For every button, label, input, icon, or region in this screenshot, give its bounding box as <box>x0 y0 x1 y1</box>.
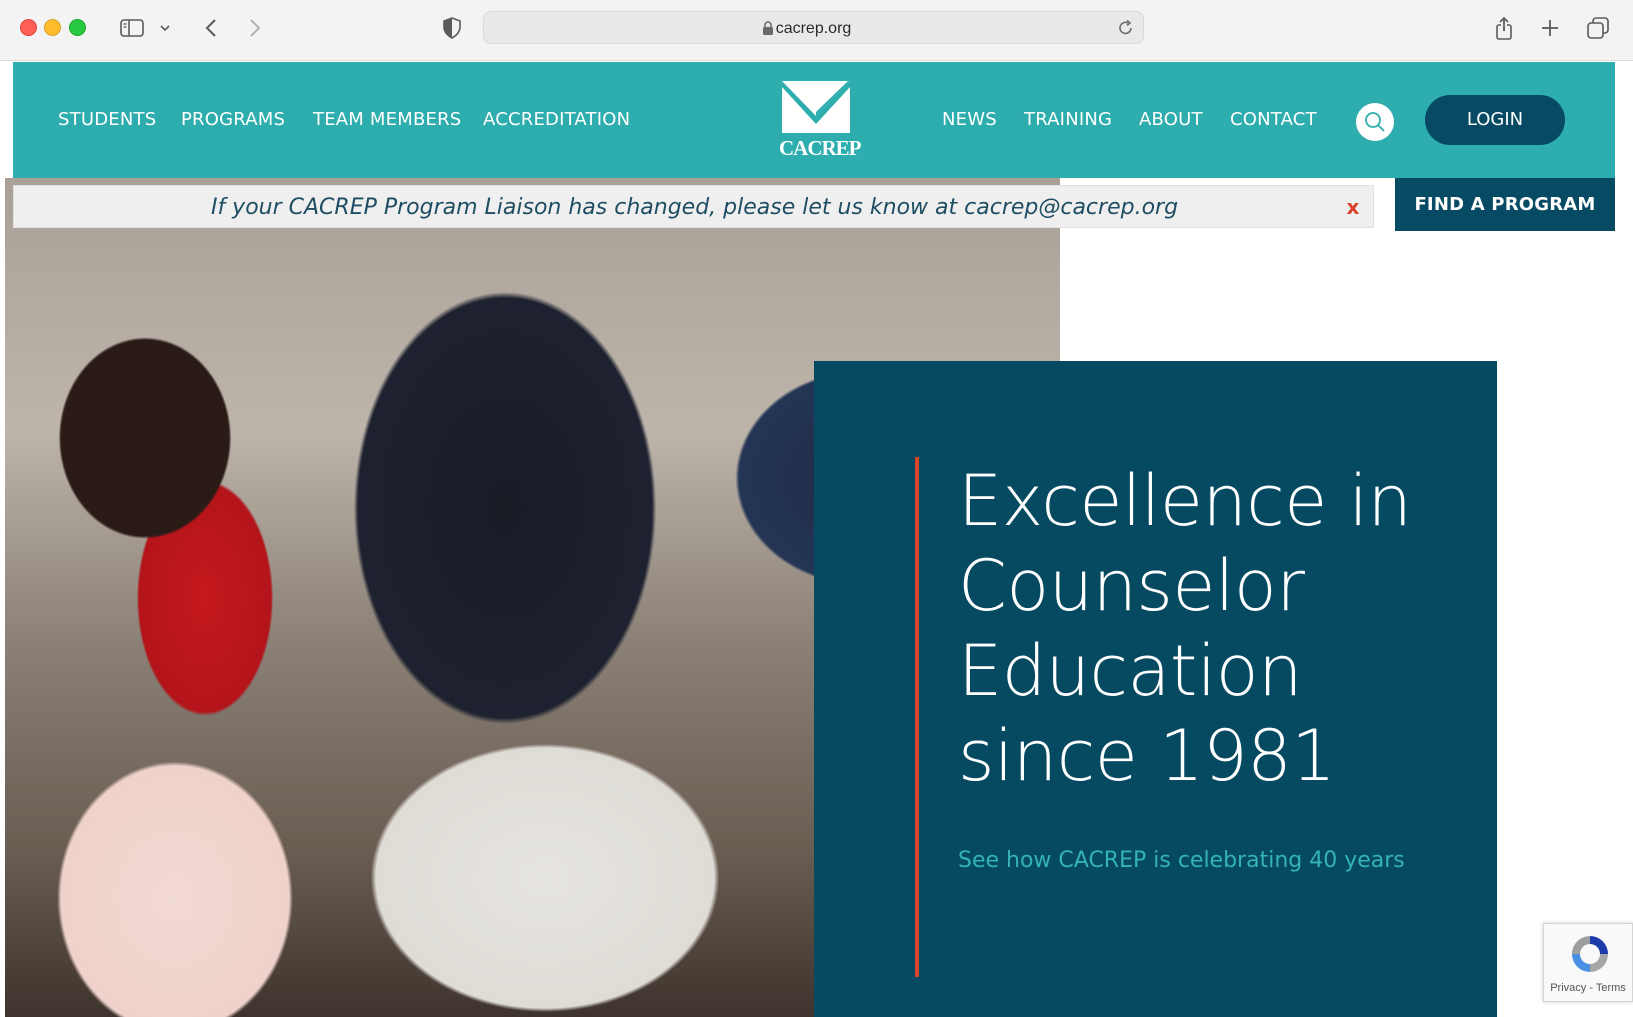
browser-toolbar: cacrep.org <box>0 0 1633 61</box>
headline-line: Excellence in <box>958 460 1412 542</box>
address-bar[interactable]: cacrep.org <box>483 11 1144 44</box>
alert-close-button[interactable]: x <box>1341 186 1365 229</box>
search-icon <box>1365 112 1385 132</box>
sidebar-icon[interactable] <box>118 14 146 42</box>
nav-item-contact[interactable]: CONTACT <box>1230 109 1317 131</box>
nav-item-programs[interactable]: PROGRAMS <box>181 109 285 131</box>
logo-text: CACREP <box>779 136 862 160</box>
recaptcha-privacy-terms[interactable]: Privacy - Terms <box>1544 982 1632 994</box>
nav-item-accreditation[interactable]: ACCREDITATION <box>483 109 630 131</box>
privacy-shield-icon[interactable] <box>441 14 463 42</box>
forward-icon[interactable] <box>244 14 266 42</box>
nav-item-students[interactable]: STUDENTS <box>58 109 156 131</box>
nav-item-training[interactable]: TRAINING <box>1024 109 1112 131</box>
share-icon[interactable] <box>1493 14 1515 42</box>
headline-line: since 1981 <box>958 715 1336 797</box>
tab-overview-icon[interactable] <box>1586 14 1610 42</box>
nav-item-about[interactable]: ABOUT <box>1139 109 1203 131</box>
minimize-window-button[interactable] <box>44 19 61 36</box>
chevron-down-icon[interactable] <box>158 14 172 42</box>
search-button[interactable] <box>1356 103 1394 141</box>
close-window-button[interactable] <box>20 19 37 36</box>
back-icon[interactable] <box>200 14 222 42</box>
find-a-program-button[interactable]: FIND A PROGRAM <box>1395 178 1615 231</box>
nav-item-news[interactable]: NEWS <box>942 109 997 131</box>
headline-line: Education <box>958 630 1303 712</box>
recaptcha-icon <box>1572 936 1608 972</box>
main-navigation: STUDENTS PROGRAMS TEAM MEMBERS ACCREDITA… <box>13 62 1615 178</box>
hero-headline: Excellence in Counselor Education since … <box>958 459 1478 799</box>
alert-message: If your CACREP Program Liaison has chang… <box>210 195 1179 220</box>
accent-rule <box>915 457 919 977</box>
checkmark-logo-icon <box>782 79 850 133</box>
new-tab-icon[interactable] <box>1539 14 1561 42</box>
recaptcha-badge[interactable]: Privacy - Terms <box>1543 923 1633 1002</box>
nav-item-team-members[interactable]: TEAM MEMBERS <box>313 109 461 131</box>
login-button[interactable]: LOGIN <box>1425 95 1565 145</box>
celebrating-40-years-link[interactable]: See how CACREP is celebrating 40 years <box>958 848 1405 873</box>
hero-headline-panel: Excellence in Counselor Education since … <box>814 361 1497 1017</box>
reload-icon[interactable] <box>1117 19 1135 37</box>
url-text: cacrep.org <box>775 20 852 37</box>
zoom-window-button[interactable] <box>69 19 86 36</box>
headline-line: Counselor <box>958 545 1305 627</box>
cacrep-logo[interactable]: CACREP <box>779 79 862 160</box>
alert-banner: If your CACREP Program Liaison has chang… <box>13 185 1374 228</box>
